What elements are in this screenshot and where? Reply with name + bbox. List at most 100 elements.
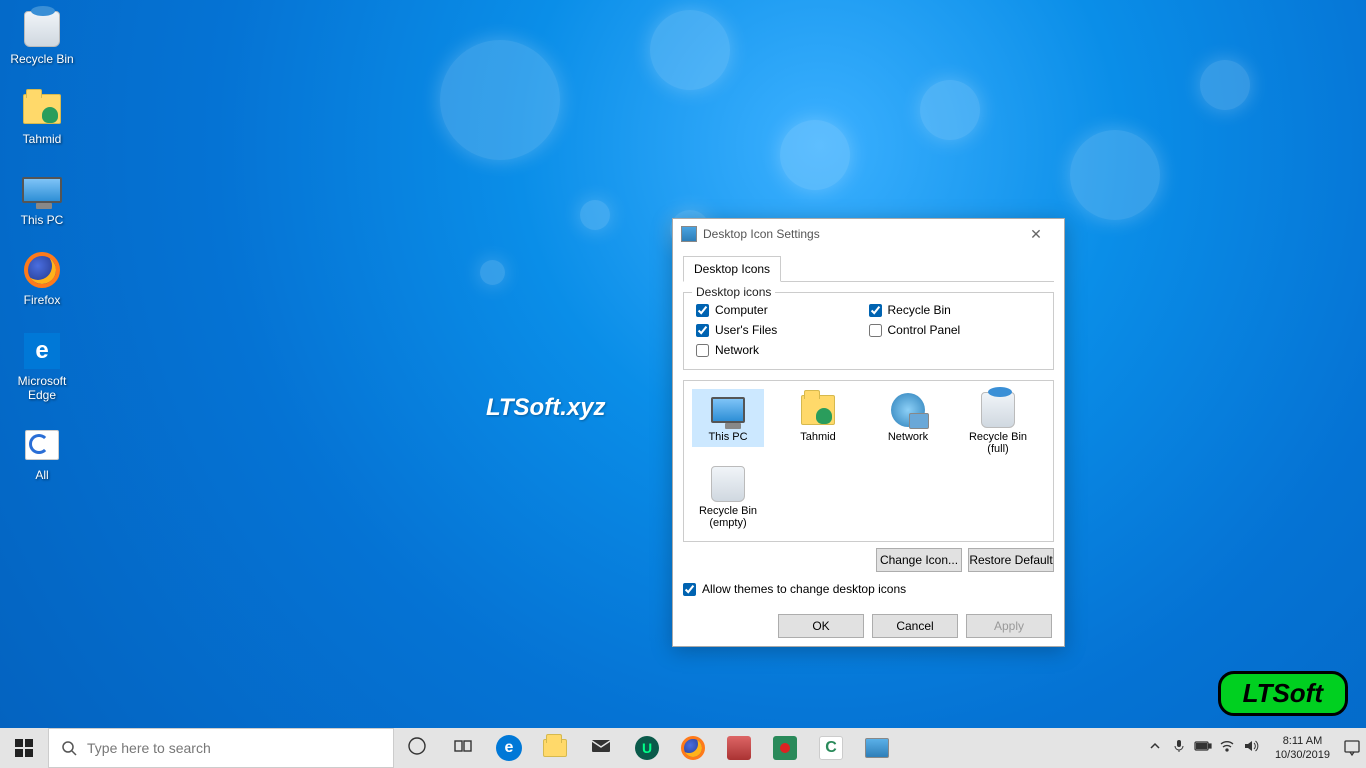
checkbox-computer[interactable]: Computer <box>696 303 869 317</box>
tray-wifi[interactable] <box>1215 728 1239 768</box>
task-view-icon <box>453 736 473 761</box>
checkbox-control-panel[interactable]: Control Panel <box>869 323 1042 337</box>
tab-strip: Desktop Icons <box>683 255 1054 282</box>
wifi-icon <box>1219 738 1235 759</box>
taskbar: Type here to search e U C 8:11 AM 10/30/20… <box>0 728 1366 768</box>
camtasia-rec-icon <box>773 736 797 760</box>
tray-battery[interactable] <box>1191 728 1215 768</box>
restore-default-button[interactable]: Restore Default <box>968 548 1054 572</box>
user-folder-icon <box>801 393 835 427</box>
search-icon <box>61 740 77 756</box>
close-button[interactable]: ✕ <box>1016 220 1056 248</box>
app1-icon <box>727 736 751 760</box>
checkbox-label: Network <box>715 343 759 357</box>
desktop-icon-recycle-bin[interactable]: Recycle Bin <box>4 8 80 66</box>
desktop-icon-label: Recycle Bin <box>10 52 73 66</box>
firefox-icon <box>681 736 705 760</box>
taskbar-app-desktop-slideshow[interactable] <box>854 728 900 768</box>
taskbar-app-edge[interactable]: e <box>486 728 532 768</box>
apply-button[interactable]: Apply <box>966 614 1052 638</box>
desktop-icon-tahmid[interactable]: Tahmid <box>4 88 80 146</box>
checkbox-user-s-files[interactable]: User's Files <box>696 323 869 337</box>
preview-label: This PC <box>708 431 747 443</box>
taskbar-app-mail[interactable] <box>578 728 624 768</box>
allow-themes-input[interactable] <box>683 583 696 596</box>
preview-item-this-pc[interactable]: This PC <box>692 389 764 447</box>
checkbox-input[interactable] <box>869 324 882 337</box>
preview-label: Tahmid <box>800 431 835 443</box>
tray-chevron-up[interactable] <box>1143 728 1167 768</box>
groupbox-legend: Desktop icons <box>692 285 775 299</box>
checkbox-input[interactable] <box>869 304 882 317</box>
taskbar-app-camtasia[interactable]: C <box>808 728 854 768</box>
desktop[interactable]: Recycle Bin Tahmid This PC Firefox eMicrosof… <box>0 0 1366 728</box>
checkbox-recycle-bin[interactable]: Recycle Bin <box>869 303 1042 317</box>
desktop-icon-label: All <box>35 468 48 482</box>
cortana-circle-icon <box>407 736 427 761</box>
desktop-icon-this-pc[interactable]: This PC <box>4 169 80 227</box>
preview-label: Recycle Bin (full) <box>962 431 1034 455</box>
mic-icon <box>1172 739 1186 758</box>
pc-icon <box>21 169 63 211</box>
mail-icon <box>590 735 612 762</box>
dialog-title-text: Desktop Icon Settings <box>703 227 1016 241</box>
edge-icon: e <box>496 735 522 761</box>
clock-date: 10/30/2019 <box>1275 748 1330 762</box>
desktop-icon-edge[interactable]: eMicrosoft Edge <box>4 330 80 403</box>
cancel-button[interactable]: Cancel <box>872 614 958 638</box>
desktop-icons-column: Recycle Bin Tahmid This PC Firefox eMicrosof… <box>4 8 80 483</box>
desktop-icon-settings-dialog: Desktop Icon Settings ✕ Desktop Icons De… <box>672 218 1065 647</box>
desktop-icon-label: Tahmid <box>23 132 62 146</box>
preview-item-network[interactable]: Network <box>872 389 944 447</box>
dialog-titlebar[interactable]: Desktop Icon Settings ✕ <box>673 219 1064 249</box>
taskbar-app-task-view[interactable] <box>440 728 486 768</box>
desktop-icons-groupbox: Desktop icons ComputerUser's FilesNetwor… <box>683 292 1054 370</box>
taskbar-app-firefox[interactable] <box>670 728 716 768</box>
pc-icon <box>711 393 745 427</box>
bin-full-icon <box>981 393 1015 427</box>
checkbox-label: Computer <box>715 303 768 317</box>
taskbar-app-camtasia-rec[interactable] <box>762 728 808 768</box>
start-button[interactable] <box>0 728 48 768</box>
tray-mic[interactable] <box>1167 728 1191 768</box>
taskbar-app-iobit[interactable]: U <box>624 728 670 768</box>
preview-item-recycle-bin-full-[interactable]: Recycle Bin (full) <box>962 389 1034 459</box>
checkbox-label: User's Files <box>715 323 777 337</box>
taskbar-search[interactable]: Type here to search <box>48 728 394 768</box>
preview-label: Recycle Bin (empty) <box>692 505 764 529</box>
checkbox-network[interactable]: Network <box>696 343 869 357</box>
volume-icon <box>1243 738 1259 759</box>
tab-desktop-icons[interactable]: Desktop Icons <box>683 256 781 282</box>
allow-themes-checkbox[interactable]: Allow themes to change desktop icons <box>683 582 1054 596</box>
camtasia-icon: C <box>819 736 843 760</box>
checkbox-input[interactable] <box>696 324 709 337</box>
desktop-icon-label: Firefox <box>24 293 61 307</box>
taskbar-app-cortana-circle[interactable] <box>394 728 440 768</box>
bin-empty-icon <box>711 467 745 501</box>
clock-time: 8:11 AM <box>1275 734 1330 748</box>
close-icon: ✕ <box>1030 226 1042 243</box>
file-explorer-icon <box>543 739 567 757</box>
desktop-icon-all[interactable]: All <box>4 424 80 482</box>
checkbox-input[interactable] <box>696 304 709 317</box>
preview-item-recycle-bin-empty-[interactable]: Recycle Bin (empty) <box>692 463 764 533</box>
notification-icon <box>1343 739 1361 757</box>
desktop-icon-label: Microsoft Edge <box>4 374 80 403</box>
network-icon <box>891 393 925 427</box>
iobit-icon: U <box>635 736 659 760</box>
desktop-icon-label: This PC <box>21 213 64 227</box>
checkbox-label: Control Panel <box>888 323 961 337</box>
wallpaper-brand-text: LTSoft.xyz <box>486 394 606 422</box>
tray-volume[interactable] <box>1239 728 1263 768</box>
preview-item-tahmid[interactable]: Tahmid <box>782 389 854 447</box>
icon-preview-list: This PC Tahmid Network Recycle Bin (full) Re… <box>683 380 1054 542</box>
chevron-up-icon <box>1149 739 1161 757</box>
change-icon-button[interactable]: Change Icon... <box>876 548 962 572</box>
taskbar-app-app1[interactable] <box>716 728 762 768</box>
action-center-button[interactable] <box>1338 728 1366 768</box>
taskbar-clock[interactable]: 8:11 AM 10/30/2019 <box>1267 734 1338 763</box>
ok-button[interactable]: OK <box>778 614 864 638</box>
taskbar-app-file-explorer[interactable] <box>532 728 578 768</box>
checkbox-input[interactable] <box>696 344 709 357</box>
desktop-icon-firefox[interactable]: Firefox <box>4 249 80 307</box>
